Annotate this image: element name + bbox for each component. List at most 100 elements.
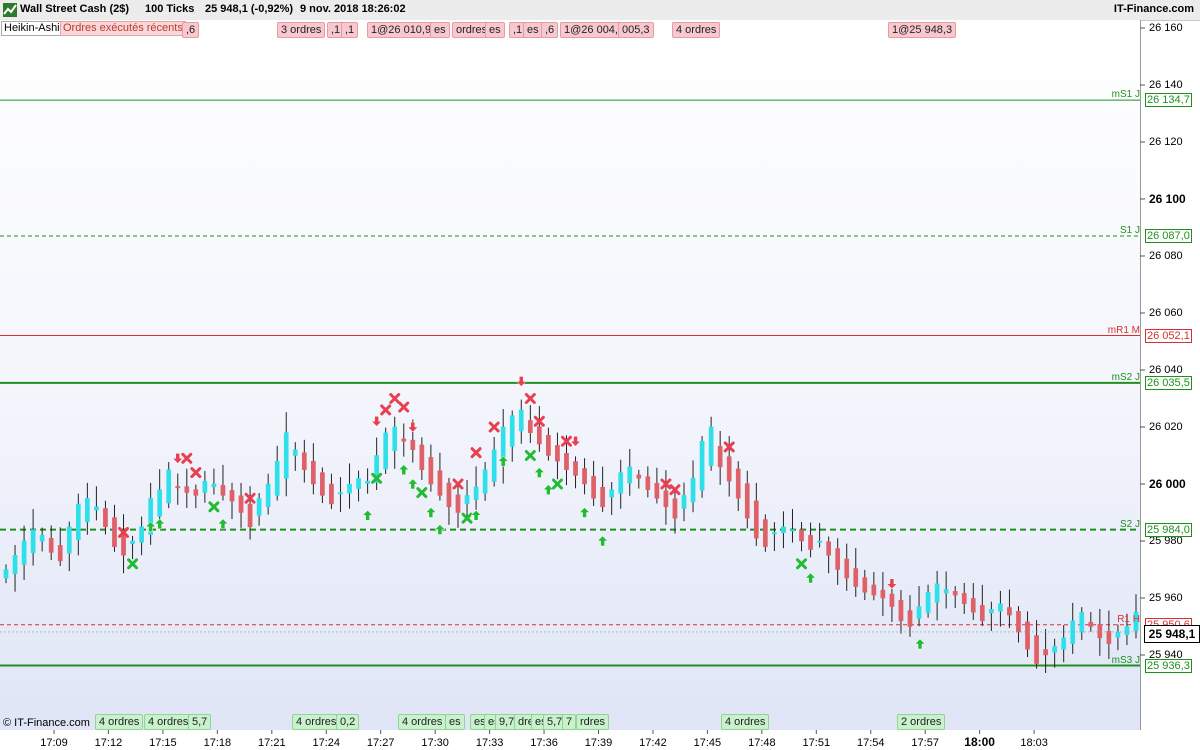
buy-order-icon (416, 487, 428, 499)
candle-body (546, 435, 551, 456)
level-value-box: 25 936,3 (1145, 658, 1192, 673)
candle-body (898, 600, 904, 622)
buy-order-tag[interactable]: 0,2 (336, 714, 360, 730)
current-price-box: 25 948,1 (1144, 625, 1200, 643)
sell-arrow-icon (515, 376, 527, 387)
candle-body (564, 453, 569, 470)
candle-body (844, 558, 850, 579)
candle-body (446, 482, 452, 508)
chart-style-selector[interactable]: Heikin-Ashi (1, 21, 63, 36)
candle-body (1043, 649, 1048, 656)
sell-order-icon (389, 393, 401, 404)
candle-body (1025, 621, 1030, 650)
candle-body (663, 490, 669, 508)
level-name: S2 J (1119, 518, 1140, 530)
sell-order-tag[interactable]: es (523, 22, 543, 38)
candle-body (925, 592, 931, 613)
candle-body (112, 517, 117, 547)
candle-body (763, 519, 768, 547)
buy-order-icon (524, 450, 536, 461)
candle-body (1115, 631, 1121, 638)
buy-arrow-icon (407, 478, 419, 490)
level-value-box: 25 984,0 (1145, 522, 1192, 537)
buy-order-tag[interactable]: 4 ordres (721, 714, 770, 730)
buy-arrow-icon (497, 455, 509, 467)
candle-body (717, 446, 723, 468)
buy-order-tag[interactable]: 2 ordres (897, 714, 946, 730)
candle-body (329, 483, 334, 505)
x-tick-label: 17:39 (584, 737, 613, 749)
candle-body (75, 503, 81, 541)
candle-body (654, 482, 660, 499)
sell-order-tag[interactable]: es (485, 22, 505, 38)
buy-arrow-icon (434, 524, 446, 535)
sell-order-tag[interactable]: es (430, 22, 450, 38)
x-tick-label: 17:24 (312, 737, 341, 749)
candle-body (455, 494, 461, 513)
x-tick-label: 17:09 (40, 737, 68, 749)
sell-arrow-icon (569, 436, 582, 447)
recent-orders-toggle[interactable]: Ordres exécutés récents (60, 21, 186, 36)
candle-body (672, 498, 678, 519)
sell-order-tag[interactable]: 1@26 010,9 (367, 22, 436, 38)
sell-order-tag[interactable]: ,6 (182, 22, 200, 38)
buy-order-icon (208, 501, 220, 513)
buy-order-tag[interactable]: 4 ordres (144, 714, 193, 730)
y-tick-label: 26 060 (1149, 307, 1183, 319)
candle-body (817, 540, 822, 543)
buy-order-tag[interactable]: 4 ordres (292, 714, 341, 730)
candle-body (383, 432, 389, 470)
candle-body (338, 492, 343, 495)
candle-body (3, 569, 9, 579)
candle-body (320, 472, 325, 496)
y-tick-label: 26 000 (1149, 477, 1186, 491)
candle-body (835, 548, 841, 570)
sell-order-tag[interactable]: 1@25 948,3 (888, 22, 957, 38)
x-tick-label: 17:42 (639, 737, 667, 749)
buy-order-icon (551, 478, 563, 490)
y-tick-label: 26 080 (1149, 250, 1183, 262)
candle-body (681, 495, 687, 509)
buy-order-tag[interactable]: 4 ordres (398, 714, 447, 730)
x-tick-label: 17:57 (911, 737, 939, 749)
y-tick-label: 26 140 (1149, 79, 1183, 91)
candle-body (862, 577, 868, 593)
candle-body (799, 529, 804, 542)
level-name: mS3 J (1111, 654, 1140, 666)
y-tick-label: 25 960 (1149, 592, 1183, 604)
candle-body (735, 468, 741, 499)
sell-order-tag[interactable]: ,6 (541, 22, 559, 38)
candle-body (1106, 630, 1112, 644)
candle-body (808, 535, 813, 550)
x-tick-label: 17:30 (421, 737, 449, 749)
sell-order-icon (524, 393, 536, 404)
sell-order-tag[interactable]: 005,3 (618, 22, 654, 38)
sell-order-icon (380, 404, 392, 416)
candle-body (826, 541, 831, 556)
buy-order-tag[interactable]: 4 ordres (95, 714, 144, 730)
candle-body (103, 508, 108, 527)
sell-order-tag[interactable]: 4 ordres (672, 22, 721, 38)
buy-order-tag[interactable]: 7 (562, 714, 577, 730)
candle-body (1079, 612, 1085, 633)
candle-body (365, 480, 370, 484)
sell-order-icon (181, 452, 193, 464)
x-tick-label: 17:45 (693, 737, 722, 749)
buy-arrow-icon (361, 509, 374, 521)
candle-body (1124, 626, 1130, 636)
candle-body (211, 483, 217, 488)
candle-body (699, 441, 705, 491)
candle-body (428, 457, 434, 485)
buy-order-tag[interactable]: 5,7 (188, 714, 212, 730)
buy-order-tag[interactable]: rdres (576, 714, 610, 730)
buy-order-tag[interactable]: es (445, 714, 465, 730)
copyright-label: © IT-Finance.com (3, 717, 90, 729)
candle-body (157, 489, 163, 517)
x-tick-label: 17:33 (475, 737, 504, 749)
candle-body (1034, 635, 1039, 664)
sell-order-tag[interactable]: ,1 (341, 22, 359, 38)
buy-arrow-icon (425, 507, 437, 518)
sell-order-tag[interactable]: 3 ordres (277, 22, 326, 38)
candle-body (292, 449, 298, 456)
candle-body (555, 445, 560, 462)
